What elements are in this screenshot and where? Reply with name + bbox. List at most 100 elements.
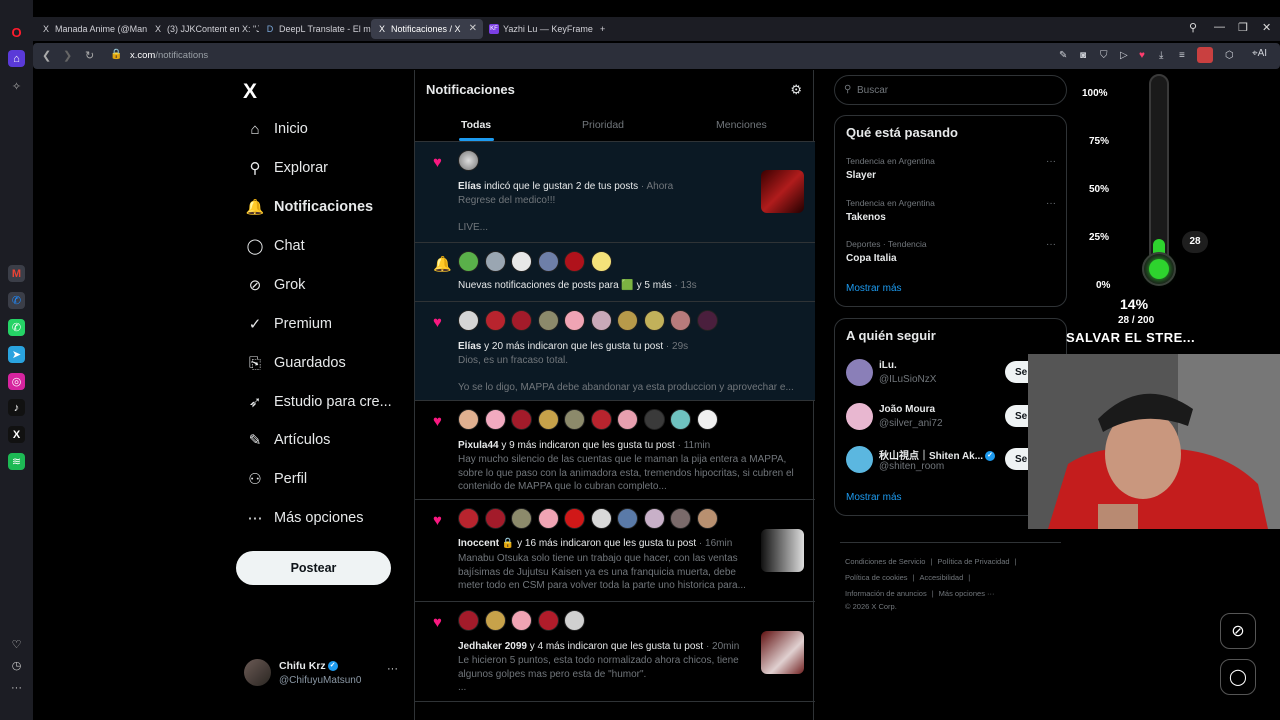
menu-icon[interactable]: ≡	[1179, 50, 1185, 61]
notification-item[interactable]: ♥ Pixula44 y 9 más indicaron que les gus…	[415, 401, 815, 500]
more-icon[interactable]: ···	[387, 663, 398, 675]
avatar[interactable]	[696, 310, 718, 331]
avatar[interactable]	[564, 508, 585, 529]
avatar[interactable]	[590, 409, 612, 430]
trend-item[interactable]: Tendencia en Argentina Slayer ···	[846, 156, 1056, 190]
new-tab-button[interactable]: +	[595, 19, 615, 39]
url-field[interactable]: x.com/notifications	[130, 50, 208, 61]
browser-tab[interactable]: KF Yazhi Lu — KeyFrame Staff	[483, 19, 595, 39]
avatar[interactable]	[458, 508, 479, 529]
actor-name[interactable]: Elías	[458, 181, 481, 192]
actor-name[interactable]: Pixula44	[458, 440, 499, 451]
nav-item-estudio-para-cre[interactable]: ➶ Estudio para cre...	[236, 384, 406, 420]
avatar[interactable]	[617, 310, 638, 331]
minimize-icon[interactable]: —	[1214, 21, 1225, 33]
post-thumbnail[interactable]	[761, 529, 804, 572]
nav-item-perfil[interactable]: ⚇ Perfil	[236, 461, 406, 497]
avatar[interactable]	[458, 409, 479, 430]
forward-icon[interactable]: ❯	[63, 49, 72, 62]
avatar[interactable]	[696, 508, 718, 529]
post-thumbnail[interactable]	[761, 631, 804, 674]
heart-icon[interactable]: ♥	[1139, 50, 1145, 61]
avatar[interactable]	[590, 508, 612, 529]
trends-show-more-link[interactable]: Mostrar más	[846, 283, 902, 294]
download-icon[interactable]: ⤓	[1159, 50, 1163, 61]
nav-item-chat[interactable]: ◯ Chat	[236, 228, 406, 264]
avatar[interactable]	[484, 610, 506, 631]
avatar[interactable]	[564, 409, 585, 430]
telegram-icon[interactable]: ➤	[8, 346, 25, 363]
browser-tab[interactable]: D DeepL Translate - El mejo	[259, 19, 371, 39]
avatar[interactable]	[537, 310, 559, 331]
avatar[interactable]	[643, 310, 665, 331]
avatar[interactable]	[484, 508, 506, 529]
history-icon[interactable]: ◷	[8, 657, 25, 674]
nav-item-premium[interactable]: ✓ Premium	[236, 306, 406, 342]
footer-link[interactable]: Accesibilidad	[920, 573, 964, 582]
notification-item[interactable]: ♥ Elías y 20 más indicaron que les gusta…	[415, 302, 815, 401]
chat-icon[interactable]: ◯	[1220, 659, 1256, 695]
avatar[interactable]	[537, 251, 559, 272]
close-window-icon[interactable]: ✕	[1262, 21, 1271, 34]
more-icon[interactable]: ···	[1046, 239, 1056, 250]
avatar[interactable]	[511, 251, 532, 272]
footer-link[interactable]: Más opciones ···	[939, 589, 995, 598]
x-logo[interactable]: X	[243, 80, 257, 104]
more-icon[interactable]: ···	[1046, 198, 1056, 209]
more-icon[interactable]: ···	[8, 679, 25, 696]
avatar[interactable]	[590, 310, 612, 331]
avatar[interactable]	[511, 508, 532, 529]
gear-icon[interactable]: ⚙	[790, 82, 802, 98]
notification-item[interactable]: ♥ Elías indicó que le gustan 2 de tus po…	[415, 142, 815, 243]
avatar[interactable]	[484, 310, 506, 331]
browser-tab[interactable]: X (3) JJKContent en X: "Jujut	[147, 19, 259, 39]
avatar[interactable]	[458, 251, 479, 272]
avatar[interactable]	[846, 403, 873, 430]
avatar[interactable]	[511, 310, 532, 331]
avatar[interactable]	[564, 251, 585, 272]
avatar[interactable]	[537, 610, 559, 631]
actor-name[interactable]: Jedhaker 2099	[458, 641, 527, 652]
nav-item-explorar[interactable]: ⚲ Explorar	[236, 150, 406, 186]
avatar[interactable]	[670, 508, 691, 529]
tab-prioridad[interactable]: Prioridad	[582, 119, 624, 131]
spotify-icon[interactable]: ≋	[8, 453, 25, 470]
opera-logo-icon[interactable]: O	[8, 24, 25, 41]
tab-todas[interactable]: Todas	[461, 119, 491, 131]
post-thumbnail[interactable]	[761, 170, 804, 213]
footer-link[interactable]: Política de Privacidad	[937, 557, 1009, 566]
trend-item[interactable]: Deportes · Tendencia Copa Italia ···	[846, 239, 1056, 273]
whatsapp-icon[interactable]: ✆	[8, 319, 25, 336]
nav-item-notificaciones[interactable]: 🔔 Notificaciones	[236, 189, 406, 225]
avatar[interactable]	[1197, 47, 1213, 63]
nav-item-más-opciones[interactable]: ⋯ Más opciones	[236, 500, 406, 536]
trend-item[interactable]: Tendencia en Argentina Takenos ···	[846, 198, 1056, 232]
avatar[interactable]	[617, 409, 638, 430]
avatar[interactable]	[484, 251, 506, 272]
x-icon[interactable]: X	[8, 426, 25, 443]
more-icon[interactable]: ···	[1046, 156, 1056, 167]
avatar[interactable]	[458, 150, 479, 171]
gmail-icon[interactable]: M	[8, 265, 25, 282]
nav-item-guardados[interactable]: ⎘ Guardados	[236, 345, 406, 381]
follow-show-more-link[interactable]: Mostrar más	[846, 492, 902, 503]
camera-icon[interactable]: ◙	[1080, 50, 1086, 61]
footer-link[interactable]: Condiciones de Servicio	[845, 557, 925, 566]
notification-item[interactable]: ♥ Jedhaker 2099 y 4 más indicaron que le…	[415, 602, 815, 702]
close-tab-icon[interactable]: ✕	[469, 23, 477, 34]
messenger-icon[interactable]: ✆	[8, 292, 25, 309]
grok-icon[interactable]: ⊘	[1220, 613, 1256, 649]
search-tabs-icon[interactable]: ⚲	[1189, 21, 1197, 34]
search-input[interactable]: ⚲ Buscar	[834, 75, 1067, 105]
notification-item[interactable]: ♥ Inoccent 🔒 y 16 más indicaron que les …	[415, 500, 815, 602]
extensions-icon[interactable]: ⬡	[1225, 50, 1234, 61]
avatar[interactable]	[484, 409, 506, 430]
edit-icon[interactable]: ✎	[1059, 50, 1067, 61]
avatar[interactable]	[696, 409, 718, 430]
account-switcher[interactable]: Chifu Krz ✓ @ChifuyuMatsun0 ···	[244, 657, 404, 689]
instagram-icon[interactable]: ◎	[8, 373, 25, 390]
footer-link[interactable]: Política de cookies	[845, 573, 908, 582]
nav-item-grok[interactable]: ⊘ Grok	[236, 267, 406, 303]
browser-tab-active[interactable]: X Notificaciones / X ✕	[371, 19, 483, 39]
footer-link[interactable]: Información de anuncios	[845, 589, 927, 598]
